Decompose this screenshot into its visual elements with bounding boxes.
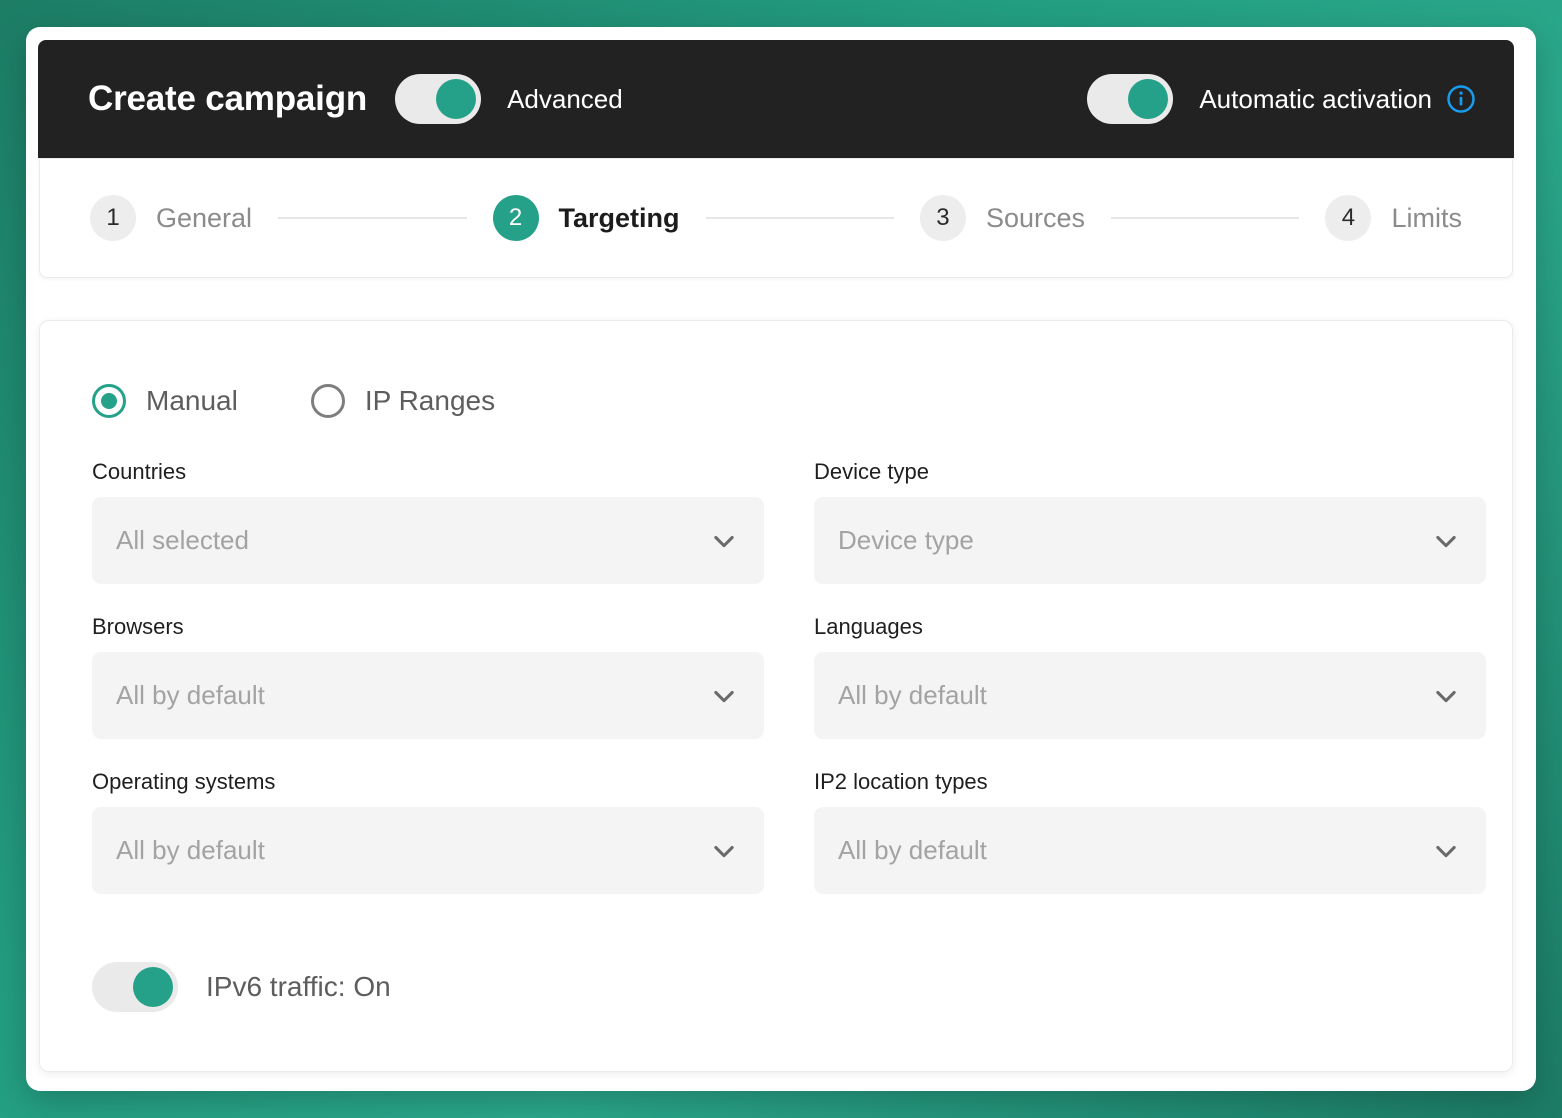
device-type-select[interactable]: Device type [814,497,1486,584]
languages-select[interactable]: All by default [814,652,1486,739]
browsers-select[interactable]: All by default [92,652,764,739]
operating-systems-select-value: All by default [116,835,265,865]
targeting-fields-grid: Countries All selected Device type Devic… [92,459,1486,894]
stepper-step-limits-number: 4 [1325,195,1372,241]
field-browsers-label: Browsers [92,614,184,639]
chevron-down-icon [1432,527,1460,555]
field-operating-systems: Operating systems All by default [92,769,764,894]
field-languages: Languages All by default [814,614,1486,739]
chevron-down-icon [710,837,738,865]
browsers-select-value: All by default [116,680,265,710]
advanced-mode-toggle[interactable] [395,74,482,124]
device-type-select-value: Device type [838,525,974,555]
automatic-activation-toggle[interactable] [1087,74,1174,124]
wizard-stepper: 1 General 2 Targeting 3 Sources 4 Limits [39,158,1513,278]
radio-ip-ranges-icon [310,384,345,418]
countries-select[interactable]: All selected [92,497,764,584]
radio-option-ip-ranges[interactable]: IP Ranges [310,384,496,418]
stepper-step-sources[interactable]: 3 Sources [919,195,1086,241]
field-device-type: Device type Device type [814,459,1486,584]
stepper-step-limits-label: Limits [1391,202,1462,233]
automatic-activation-label: Automatic activation [1199,83,1432,114]
countries-select-value: All selected [116,525,249,555]
ip2-location-types-select-value: All by default [838,835,987,865]
radio-option-ip-ranges-label: IP Ranges [364,385,496,416]
advanced-toggle-label: Advanced [507,83,623,114]
ipv6-traffic-label: IPv6 traffic: On [206,971,391,1002]
stepper-step-general-number: 1 [90,195,136,241]
field-countries-label: Countries [92,459,187,484]
field-ip2-location-types-label: IP2 location types [814,769,988,794]
targeting-mode-radio-group: Manual IP Ranges [92,379,1460,423]
radio-manual-icon [92,384,126,418]
campaign-wizard-window: Create campaign Advanced Automatic activ… [26,27,1536,1091]
header-left-group: Create campaign Advanced [88,74,623,124]
info-circle-icon[interactable] [1446,84,1476,114]
chevron-down-icon [710,682,738,710]
field-operating-systems-label: Operating systems [92,769,276,794]
field-languages-label: Languages [814,614,923,639]
field-ip2-location-types: IP2 location types All by default [814,769,1486,894]
page-title: Create campaign [88,79,368,118]
ipv6-traffic-toggle[interactable] [92,962,178,1012]
stepper-step-limits[interactable]: 4 Limits [1325,195,1462,241]
chevron-down-icon [1432,837,1460,865]
targeting-panel: Manual IP Ranges Countries All selected [39,320,1513,1072]
stepper-connector-2 [705,217,894,219]
operating-systems-select[interactable]: All by default [92,807,764,894]
radio-option-manual-label: Manual [146,385,238,416]
ip2-location-types-select[interactable]: All by default [814,807,1486,894]
window-header: Create campaign Advanced Automatic activ… [38,40,1514,158]
languages-select-value: All by default [838,680,987,710]
chevron-down-icon [710,527,738,555]
automatic-activation-toggle-knob [1128,79,1169,119]
field-browsers: Browsers All by default [92,614,764,739]
header-right-group: Automatic activation [1087,74,1476,124]
stepper-step-general[interactable]: 1 General [90,195,252,241]
stepper-step-targeting[interactable]: 2 Targeting [492,195,680,241]
field-countries: Countries All selected [92,459,764,584]
advanced-toggle-knob [436,79,477,119]
stepper-step-general-label: General [156,202,253,233]
chevron-down-icon [1432,682,1460,710]
stepper-connector-3 [1111,217,1300,219]
stepper-step-targeting-label: Targeting [558,202,680,233]
ipv6-toggle-knob [133,967,173,1007]
stepper-step-sources-label: Sources [985,202,1086,233]
ipv6-traffic-row: IPv6 traffic: On [92,962,1460,1012]
stepper-connector-1 [278,217,467,219]
stepper-step-targeting-number: 2 [492,195,539,241]
radio-manual-dot [101,393,117,409]
stepper-step-sources-number: 3 [919,195,966,241]
field-device-type-label: Device type [814,459,929,484]
radio-option-manual[interactable]: Manual [92,384,238,418]
radio-ip-ranges-dot [320,393,336,409]
